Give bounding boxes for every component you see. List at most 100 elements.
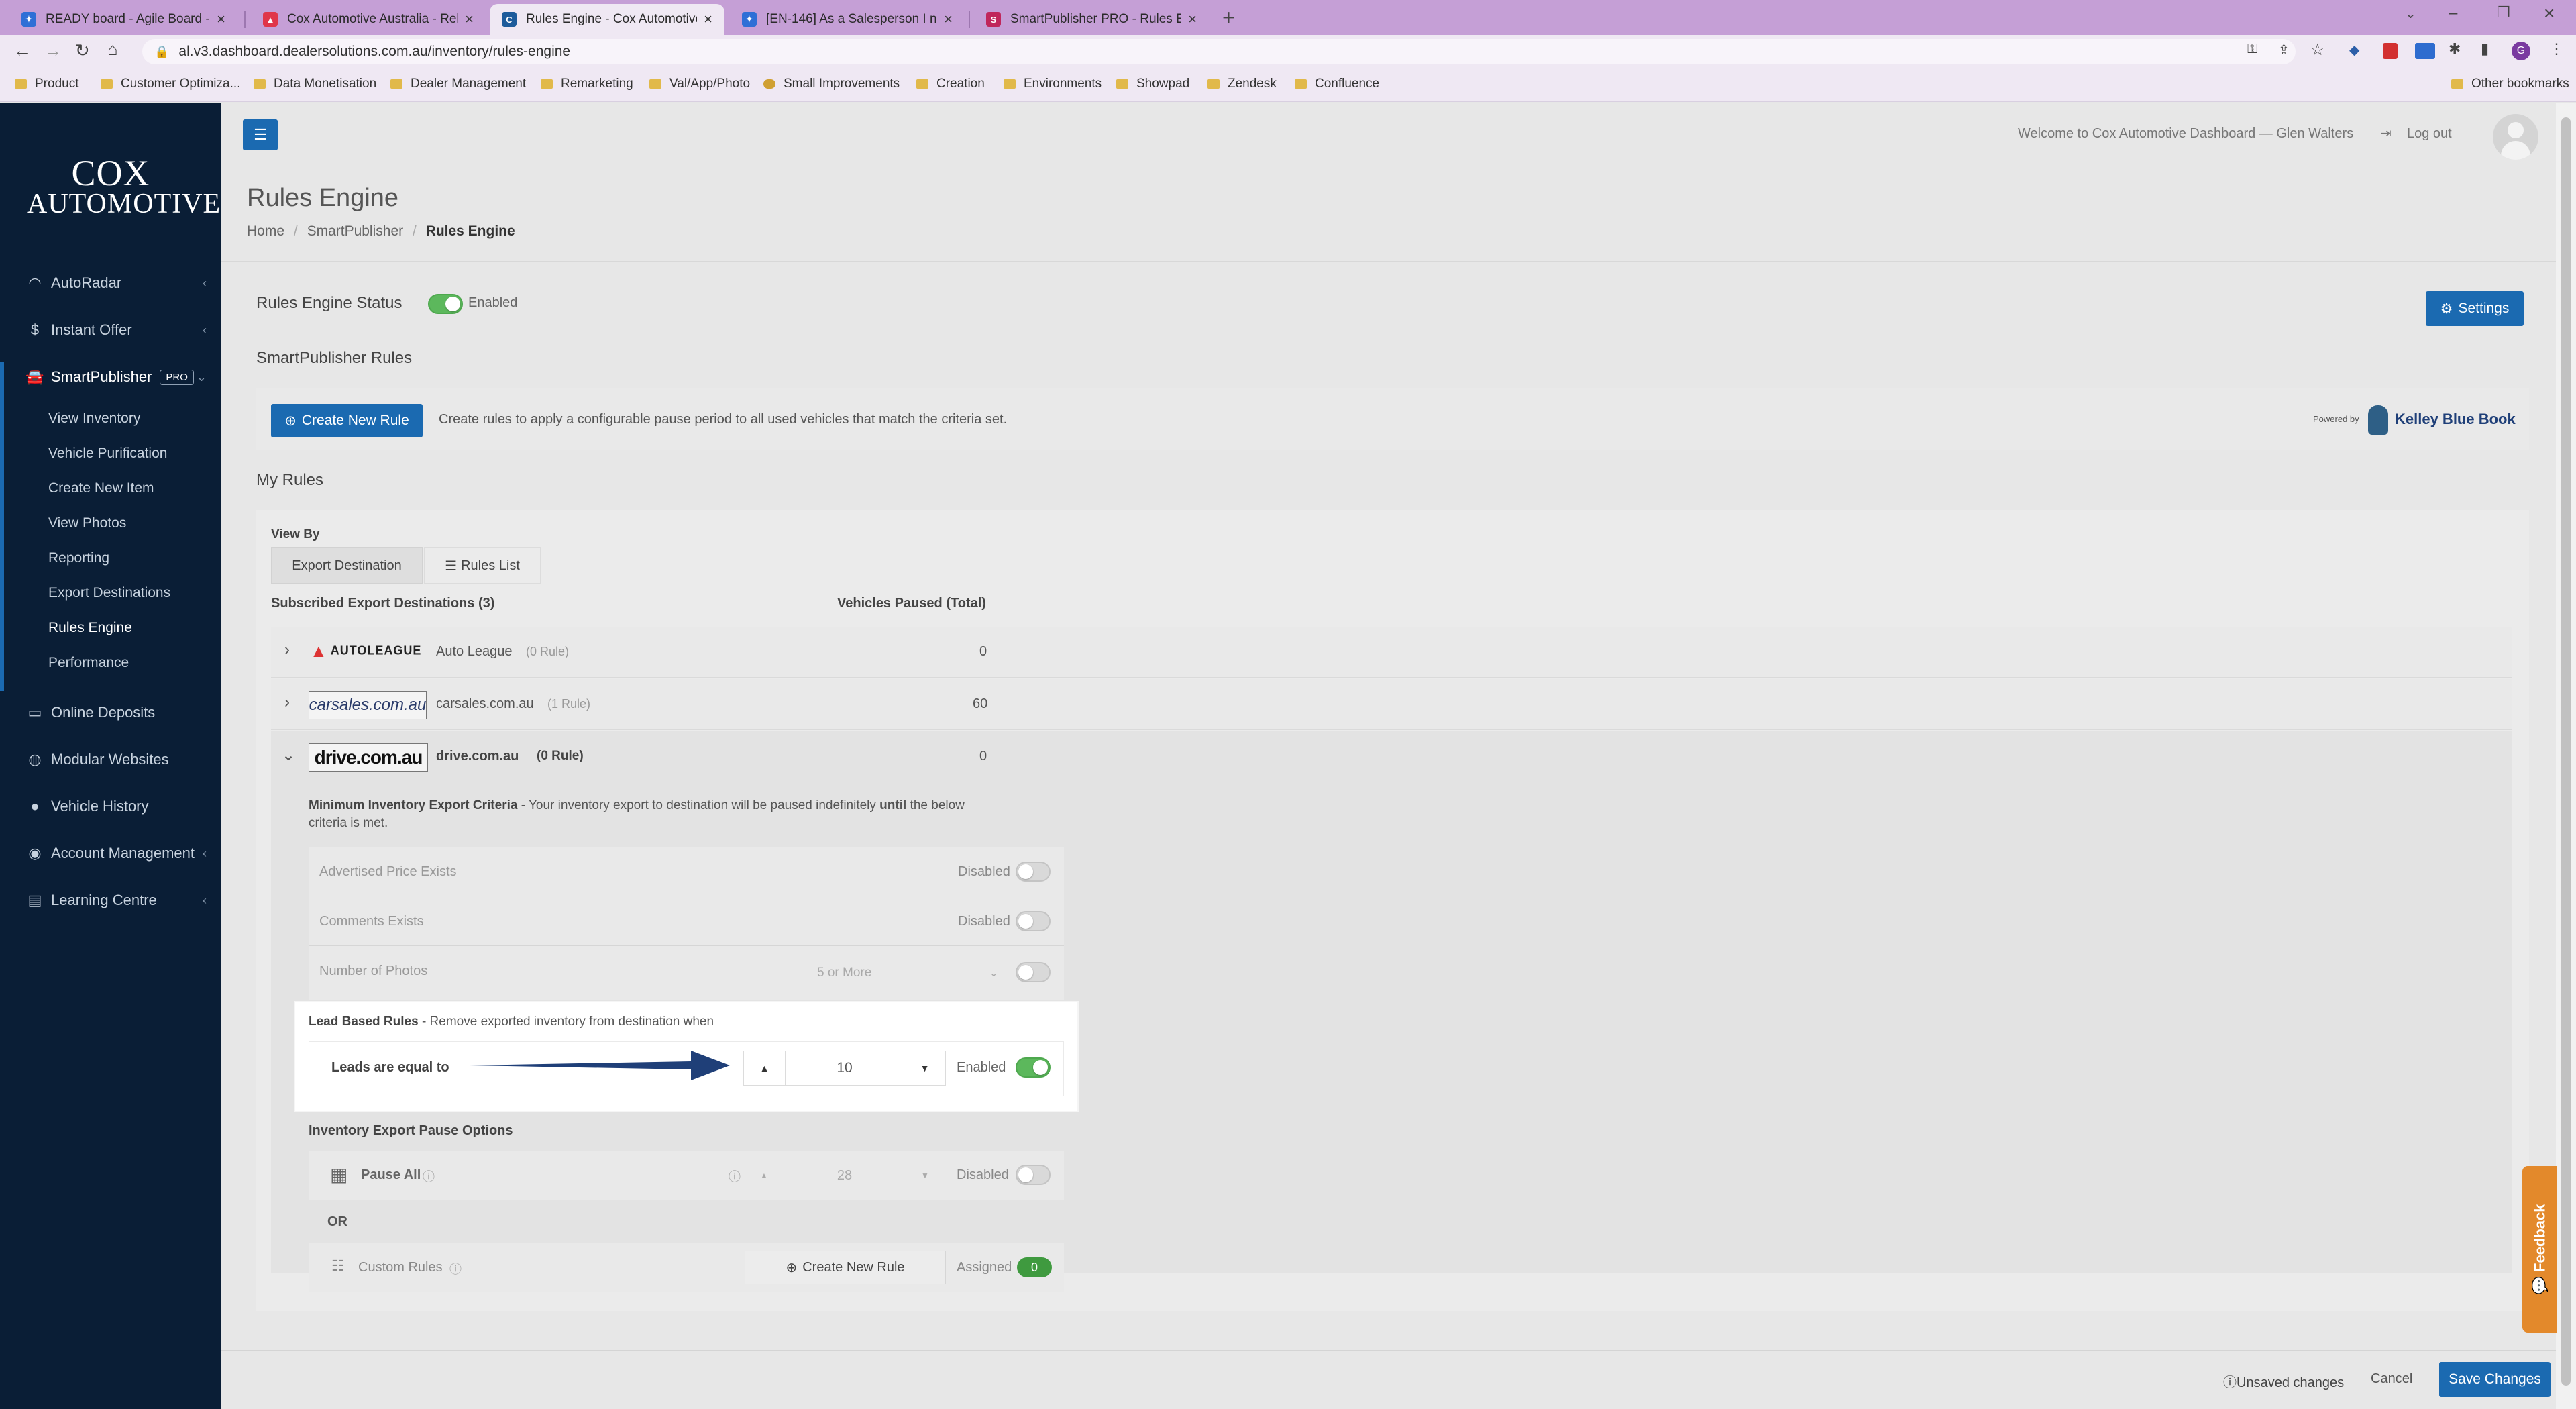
chevron-left-icon: ‹ xyxy=(203,323,207,337)
new-extension-icon[interactable] xyxy=(2415,43,2435,59)
sidebar-subitem-rules-engine[interactable]: Rules Engine xyxy=(48,620,132,636)
pause-all-row xyxy=(309,1151,1064,1200)
sidebar-item-account-management[interactable]: ◉ Account Management ‹ xyxy=(0,833,221,874)
back-icon[interactable]: ← xyxy=(13,40,31,61)
bookmark-item[interactable]: Dealer Management xyxy=(390,76,526,91)
logout-link[interactable]: Log out xyxy=(2407,126,2452,142)
tab-search-icon[interactable]: ⌄ xyxy=(2405,5,2416,22)
breadcrumb-home[interactable]: Home xyxy=(247,223,284,239)
bookmark-item[interactable]: Zendesk xyxy=(1208,76,1277,91)
menu-kebab-icon[interactable]: ⋮ xyxy=(2549,40,2564,58)
bookmark-star-icon[interactable]: ☆ xyxy=(2310,40,2325,60)
sidebar-item-instant-offer[interactable]: $ Instant Offer ‹ xyxy=(0,310,221,350)
close-icon[interactable]: × xyxy=(704,11,712,28)
chevron-down-icon[interactable]: ⌄ xyxy=(282,745,295,765)
sidebar-subitem-view-inventory[interactable]: View Inventory xyxy=(48,411,140,427)
browser-tab[interactable]: SSmartPublisher PRO - Rules Engine× xyxy=(974,4,1209,35)
bookmark-item[interactable]: Small Improvements xyxy=(763,76,900,91)
sidebar-item-online-deposits[interactable]: ▭ Online Deposits xyxy=(0,692,221,733)
chevron-right-icon[interactable]: › xyxy=(284,693,290,712)
menu-toggle-button[interactable]: ☰ xyxy=(243,119,278,150)
browser-tab[interactable]: ✦READY board - Agile Board - JIRA× xyxy=(9,4,237,35)
browser-tab[interactable]: ▲Cox Automotive Australia - Release× xyxy=(251,4,486,35)
key-icon[interactable]: ⚿ xyxy=(2247,42,2257,57)
leads-value[interactable]: 10 xyxy=(786,1060,904,1076)
table-row[interactable] xyxy=(271,627,2512,678)
cancel-button[interactable]: Cancel xyxy=(2371,1371,2412,1387)
sidebar-item-autoradar[interactable]: ◠ AutoRadar ‹ xyxy=(0,263,221,303)
sidebar-subitem-reporting[interactable]: Reporting xyxy=(48,550,109,566)
sidebar-subitem-view-photos[interactable]: View Photos xyxy=(48,515,126,531)
brand-logo[interactable]: COX AUTOMOTIVE xyxy=(27,155,220,218)
close-icon[interactable]: × xyxy=(1188,11,1197,28)
create-new-rule-button[interactable]: ⊕ Create New Rule xyxy=(271,404,423,437)
pause-stepper[interactable]: ▲ 28 ▼ xyxy=(743,1159,946,1192)
home-icon[interactable]: ⌂ xyxy=(107,39,118,60)
forward-icon[interactable]: → xyxy=(44,40,62,61)
pdf-extension-icon[interactable] xyxy=(2383,43,2398,59)
pause-all-toggle[interactable] xyxy=(1016,1165,1051,1185)
stepper-up-icon[interactable]: ▲ xyxy=(744,1051,786,1085)
bookmark-item[interactable]: Creation xyxy=(916,76,985,91)
advertised-price-toggle[interactable] xyxy=(1016,862,1051,882)
info-icon[interactable]: ⓘ xyxy=(729,1167,741,1185)
stepper-up-icon[interactable]: ▲ xyxy=(743,1171,785,1180)
number-of-photos-toggle[interactable] xyxy=(1016,962,1051,982)
puzzle-icon[interactable]: ✱ xyxy=(2449,40,2461,58)
pause-value[interactable]: 28 xyxy=(785,1168,904,1184)
tab-rules-list[interactable]: ☰ Rules List xyxy=(424,547,541,584)
sidepanel-icon[interactable]: ▮ xyxy=(2481,40,2489,58)
info-icon[interactable]: ⓘ xyxy=(423,1167,435,1185)
bookmark-item[interactable]: Product xyxy=(15,76,78,91)
sidebar-subitem-export-destinations[interactable]: Export Destinations xyxy=(48,585,170,601)
close-window-icon[interactable]: × xyxy=(2544,3,2555,24)
sidebar-subitem-create-new-item[interactable]: Create New Item xyxy=(48,480,154,497)
sidebar-item-smartpublisher[interactable]: 🚘 SmartPublisher PRO ⌄ xyxy=(0,357,221,397)
sidebar-subitem-vehicle-purification[interactable]: Vehicle Purification xyxy=(48,446,167,462)
tab-export-destination[interactable]: Export Destination xyxy=(271,547,423,584)
info-icon[interactable]: ⓘ xyxy=(449,1260,462,1277)
sidebar-item-modular-websites[interactable]: ◍ Modular Websites xyxy=(0,739,221,780)
avatar[interactable] xyxy=(2493,114,2538,160)
close-icon[interactable]: × xyxy=(465,11,474,28)
tab-separator xyxy=(244,11,246,28)
url-field[interactable]: 🔒 al.v3.dashboard.dealersolutions.com.au… xyxy=(142,39,2296,64)
feedback-tab[interactable]: 💬 Feedback xyxy=(2522,1166,2557,1333)
new-tab-icon[interactable]: + xyxy=(1222,5,1235,30)
table-row[interactable] xyxy=(271,679,2512,730)
save-changes-button[interactable]: Save Changes xyxy=(2439,1362,2551,1397)
extension-icon[interactable]: ◆ xyxy=(2349,42,2359,58)
profile-avatar[interactable]: G xyxy=(2512,42,2530,60)
browser-tab-active[interactable]: C Rules Engine - Cox Automotive × xyxy=(490,4,724,35)
sidebar-item-learning-centre[interactable]: ▤ Learning Centre ‹ xyxy=(0,880,221,921)
bookmark-item[interactable]: Customer Optimiza... xyxy=(101,76,240,91)
chevron-right-icon[interactable]: › xyxy=(284,641,290,660)
bookmark-item[interactable]: Val/App/Photo xyxy=(649,76,750,91)
browser-tab[interactable]: ✦[EN-146] As a Salesperson I need× xyxy=(730,4,965,35)
settings-button[interactable]: ⚙ Settings xyxy=(2426,291,2524,326)
sidebar-item-vehicle-history[interactable]: ● Vehicle History xyxy=(0,786,221,827)
bookmark-item[interactable]: Confluence xyxy=(1295,76,1379,91)
leads-stepper[interactable]: ▲ 10 ▼ xyxy=(743,1051,946,1086)
bookmark-item[interactable]: Data Monetisation xyxy=(254,76,376,91)
custom-create-rule-button[interactable]: ⊕ Create New Rule xyxy=(745,1251,946,1284)
rules-engine-status-toggle[interactable] xyxy=(428,294,463,314)
comments-exists-toggle[interactable] xyxy=(1016,911,1051,931)
restore-icon[interactable]: ❐ xyxy=(2497,4,2510,21)
scrollbar[interactable] xyxy=(2556,103,2576,1409)
share-icon[interactable]: ⇪ xyxy=(2278,42,2290,58)
lead-rule-toggle[interactable] xyxy=(1016,1057,1051,1078)
close-icon[interactable]: × xyxy=(944,11,953,28)
photos-select[interactable]: 5 or More ⌄ xyxy=(805,959,1006,986)
minimize-icon[interactable]: – xyxy=(2449,4,2457,23)
reload-icon[interactable]: ↻ xyxy=(75,40,90,61)
bookmark-other[interactable]: Other bookmarks xyxy=(2451,76,2569,91)
sidebar-subitem-performance[interactable]: Performance xyxy=(48,655,129,671)
stepper-down-icon[interactable]: ▼ xyxy=(904,1171,946,1180)
bookmark-item[interactable]: Environments xyxy=(1004,76,1102,91)
stepper-down-icon[interactable]: ▼ xyxy=(904,1051,945,1085)
bookmark-item[interactable]: Showpad xyxy=(1116,76,1189,91)
bookmark-item[interactable]: Remarketing xyxy=(541,76,633,91)
breadcrumb-smartpublisher[interactable]: SmartPublisher xyxy=(307,223,404,239)
close-icon[interactable]: × xyxy=(217,11,225,28)
